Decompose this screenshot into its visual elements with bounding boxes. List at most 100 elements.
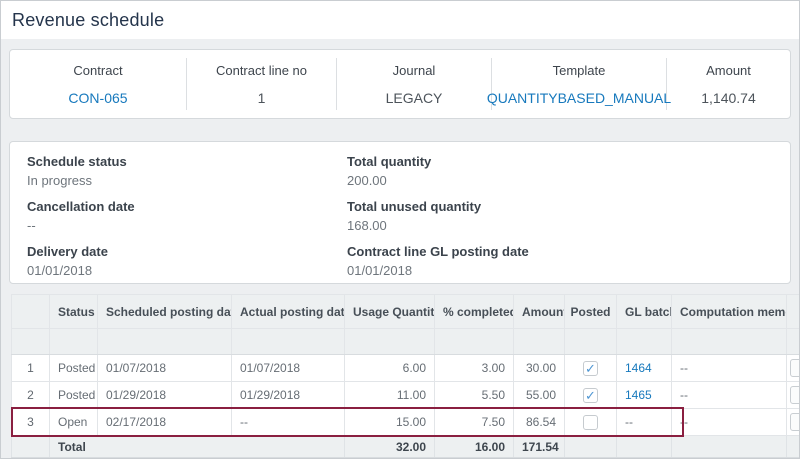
posted-cell <box>565 409 617 436</box>
total-quantity-value: 200.00 <box>347 173 790 189</box>
table-row[interactable]: 1 Posted 01/07/2018 01/07/2018 6.00 3.00… <box>12 355 800 382</box>
scheduled-posting-date-cell: 02/17/2018 <box>98 409 232 436</box>
computation-memo-cell: -- <box>672 409 787 436</box>
gl-batch-link[interactable]: 1465 <box>625 388 652 402</box>
posted-checkbox[interactable]: ✓ <box>583 361 598 376</box>
cancellation-date-label: Cancellation date <box>27 199 347 215</box>
detail-total-unused-quantity: Total unused quantity 168.00 <box>347 199 790 234</box>
detail-delivery-date: Delivery date 01/01/2018 <box>27 244 347 279</box>
col-header-row-number <box>12 295 50 329</box>
details-left-column: Schedule status In progress Cancellation… <box>27 154 347 283</box>
schedule-status-label: Schedule status <box>27 154 347 170</box>
row-number: 1 <box>12 355 50 382</box>
row-number: 3 <box>12 409 50 436</box>
actual-posting-date-cell: 01/29/2018 <box>232 382 345 409</box>
summary-field-journal: Journal LEGACY <box>337 58 492 110</box>
posted-checkbox[interactable]: ✓ <box>583 388 598 403</box>
table-row[interactable]: 2 Posted 01/29/2018 01/29/2018 11.00 5.5… <box>12 382 800 409</box>
status-cell: Open <box>50 409 98 436</box>
usage-quantity-cell: 6.00 <box>345 355 435 382</box>
table-header-spacer-row <box>12 329 800 355</box>
total-unused-quantity-label: Total unused quantity <box>347 199 790 215</box>
row-action-button-cut[interactable] <box>790 359 800 377</box>
usage-quantity-cell: 15.00 <box>345 409 435 436</box>
posted-checkbox[interactable] <box>583 415 598 430</box>
summary-field-amount: Amount 1,140.74 <box>667 58 790 110</box>
cancellation-date-value: -- <box>27 218 347 234</box>
gl-batch-cell: -- <box>617 409 672 436</box>
total-label: Total <box>50 436 345 458</box>
title-bar: Revenue schedule <box>1 1 799 39</box>
page-title: Revenue schedule <box>12 10 164 31</box>
pct-completed-cell: 7.50 <box>435 409 514 436</box>
revenue-schedule-page: Revenue schedule Contract CON-065 Contra… <box>0 0 800 459</box>
delivery-date-label: Delivery date <box>27 244 347 260</box>
status-cell: Posted <box>50 382 98 409</box>
col-header-actual-posting-date[interactable]: Actual posting date <box>232 295 345 329</box>
actions-cell-cut <box>787 409 800 436</box>
table-row-highlighted[interactable]: 3 Open 02/17/2018 -- 15.00 7.50 86.54 --… <box>12 409 800 436</box>
detail-gl-posting-date: Contract line GL posting date 01/01/2018 <box>347 244 790 279</box>
schedule-table-section: Status Scheduled posting date Actual pos… <box>11 294 800 458</box>
col-header-pct-completed[interactable]: % completed <box>435 295 514 329</box>
details-right-column: Total quantity 200.00 Total unused quant… <box>347 154 790 283</box>
actual-posting-date-cell: 01/07/2018 <box>232 355 345 382</box>
gl-batch-link[interactable]: 1464 <box>625 361 652 375</box>
contract-line-no-label: Contract line no <box>216 63 307 78</box>
col-header-gl-batch[interactable]: GL batch <box>617 295 672 329</box>
detail-schedule-status: Schedule status In progress <box>27 154 347 189</box>
total-amount: 171.54 <box>514 436 565 458</box>
scheduled-posting-date-cell: 01/29/2018 <box>98 382 232 409</box>
computation-memo-cell: -- <box>672 355 787 382</box>
actions-cell-cut <box>787 355 800 382</box>
total-quantity-label: Total quantity <box>347 154 790 170</box>
col-header-posted[interactable]: Posted <box>565 295 617 329</box>
actions-cell-cut <box>787 382 800 409</box>
col-header-actions-cut <box>787 295 800 329</box>
pct-completed-cell: 3.00 <box>435 355 514 382</box>
schedule-status-value: In progress <box>27 173 347 189</box>
row-action-button-cut[interactable] <box>790 413 800 431</box>
posted-cell: ✓ <box>565 355 617 382</box>
journal-value: LEGACY <box>386 90 443 106</box>
col-header-computation-memo[interactable]: Computation memo <box>672 295 787 329</box>
total-pct-completed: 16.00 <box>435 436 514 458</box>
actual-posting-date-cell: -- <box>232 409 345 436</box>
row-number: 2 <box>12 382 50 409</box>
contract-label: Contract <box>73 63 122 78</box>
table-header-row: Status Scheduled posting date Actual pos… <box>12 295 800 329</box>
contract-summary-card: Contract CON-065 Contract line no 1 Jour… <box>9 49 791 119</box>
gl-posting-date-value: 01/01/2018 <box>347 263 790 279</box>
posted-cell: ✓ <box>565 382 617 409</box>
contract-line-no-value: 1 <box>258 90 266 106</box>
schedule-table: Status Scheduled posting date Actual pos… <box>11 294 800 458</box>
amount-cell: 86.54 <box>514 409 565 436</box>
col-header-usage-quantity[interactable]: Usage Quantity <box>345 295 435 329</box>
gl-batch-cell: 1465 <box>617 382 672 409</box>
scheduled-posting-date-cell: 01/07/2018 <box>98 355 232 382</box>
usage-quantity-cell: 11.00 <box>345 382 435 409</box>
gl-batch-cell: 1464 <box>617 355 672 382</box>
page-content: Contract CON-065 Contract line no 1 Jour… <box>1 39 799 458</box>
amount-cell: 30.00 <box>514 355 565 382</box>
col-header-amount[interactable]: Amount <box>514 295 565 329</box>
status-cell: Posted <box>50 355 98 382</box>
amount-label: Amount <box>706 63 751 78</box>
delivery-date-value: 01/01/2018 <box>27 263 347 279</box>
col-header-status[interactable]: Status <box>50 295 98 329</box>
table-total-row: Total 32.00 16.00 171.54 <box>12 436 800 458</box>
contract-link[interactable]: CON-065 <box>68 90 127 106</box>
computation-memo-cell: -- <box>672 382 787 409</box>
detail-cancellation-date: Cancellation date -- <box>27 199 347 234</box>
amount-cell: 55.00 <box>514 382 565 409</box>
summary-field-template: Template QUANTITYBASED_MANUAL <box>492 58 667 110</box>
pct-completed-cell: 5.50 <box>435 382 514 409</box>
detail-total-quantity: Total quantity 200.00 <box>347 154 790 189</box>
summary-field-contract: Contract CON-065 <box>10 58 187 110</box>
gl-posting-date-label: Contract line GL posting date <box>347 244 790 260</box>
summary-field-contract-line-no: Contract line no 1 <box>187 58 337 110</box>
col-header-scheduled-posting-date[interactable]: Scheduled posting date <box>98 295 232 329</box>
row-action-button-cut[interactable] <box>790 386 800 404</box>
schedule-details-card: Schedule status In progress Cancellation… <box>9 141 791 284</box>
template-link[interactable]: QUANTITYBASED_MANUAL <box>487 90 671 106</box>
